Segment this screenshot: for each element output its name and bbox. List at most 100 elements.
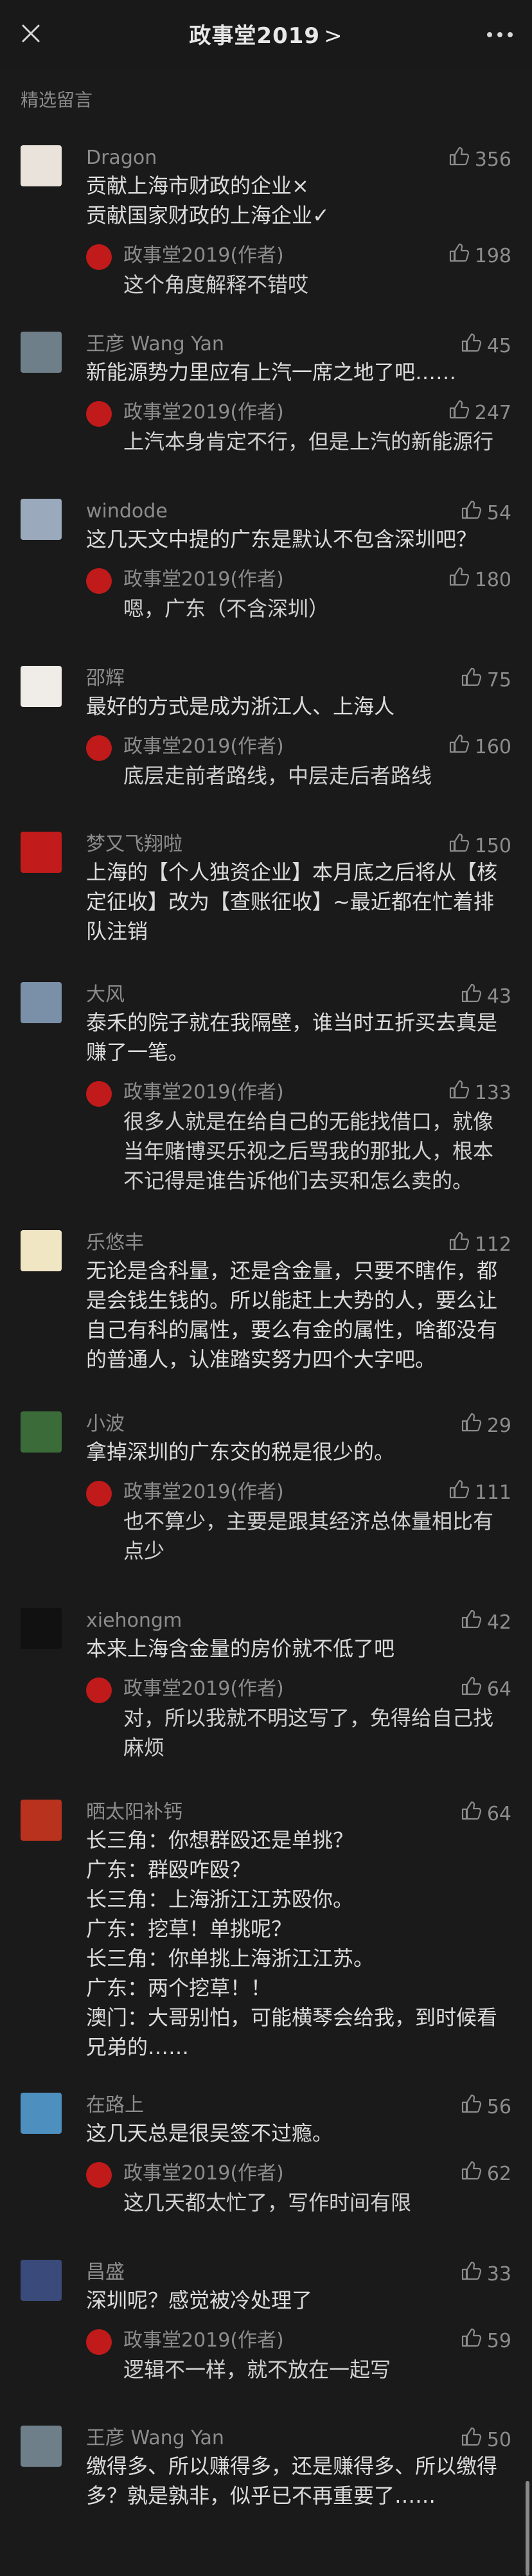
reply-like-count: 180 [474, 568, 511, 591]
author-avatar[interactable] [86, 2162, 112, 2188]
reply-author-name: 政事堂2019(作者) [123, 2329, 284, 2352]
avatar[interactable] [21, 982, 62, 1023]
reply-like-button[interactable]: 133 [448, 1078, 511, 1107]
section-title: 精选留言 [21, 89, 93, 111]
author-avatar[interactable] [86, 401, 112, 427]
avatar[interactable] [21, 1230, 62, 1271]
like-button[interactable]: 75 [460, 666, 511, 695]
commenter-name[interactable]: 王彦 Wang Yan [86, 2426, 511, 2451]
chevron-right-icon: > [324, 22, 343, 49]
commenter-name[interactable]: 昌盛 [86, 2260, 511, 2285]
comment-text-line: 上海的【个人独资企业】本月底之后将从【核 [86, 860, 498, 884]
reply-like-button[interactable]: 64 [460, 1675, 511, 1704]
like-button[interactable]: 29 [460, 1411, 511, 1440]
avatar[interactable] [21, 2426, 62, 2467]
reply-like-count: 160 [474, 735, 511, 758]
like-count: 50 [486, 2428, 511, 2451]
reply-like-button[interactable]: 247 [448, 398, 511, 427]
like-count: 112 [474, 1233, 511, 1256]
reply-like-button[interactable]: 111 [448, 1478, 511, 1507]
author-avatar[interactable] [86, 2329, 112, 2355]
like-button[interactable]: 33 [460, 2260, 511, 2289]
like-count: 43 [486, 985, 511, 1008]
like-button[interactable]: 45 [460, 332, 511, 361]
comment-text-line: 兄弟的…… [86, 2035, 190, 2059]
avatar[interactable] [21, 1800, 62, 1841]
close-icon[interactable] [19, 22, 42, 45]
thumbs-up-icon [448, 1078, 470, 1107]
commenter-name[interactable]: 邵辉 [86, 666, 511, 692]
thumbs-up-icon [448, 1478, 470, 1507]
avatar[interactable] [21, 1411, 62, 1453]
reply-like-button[interactable]: 180 [448, 566, 511, 595]
avatar[interactable] [21, 1608, 62, 1649]
comment-item: 晒太阳补钙 64 长三角：你想群殴还是单挑？ 广东：群殴咋殴？ 长三角：上海浙江江苏殴你… [0, 1800, 532, 2062]
thumbs-up-icon [448, 733, 470, 762]
thumbs-up-icon [460, 982, 482, 1011]
comment-text-line: 无论是含科量，还是含金量，只要不瞎作，都 [86, 1258, 498, 1283]
avatar[interactable] [21, 145, 62, 186]
commenter-name[interactable]: 小波 [86, 1411, 511, 1437]
like-button[interactable]: 54 [460, 499, 511, 528]
commenter-name[interactable]: 晒太阳补钙 [86, 1800, 511, 1825]
author-avatar[interactable] [86, 568, 112, 594]
like-button[interactable]: 50 [460, 2426, 511, 2455]
comment-text-line: 缴得多、所以赚得多，还是赚得多、所以缴得 [86, 2454, 498, 2478]
avatar[interactable] [21, 2260, 62, 2301]
like-count: 54 [486, 501, 511, 524]
commenter-name[interactable]: 在路上 [86, 2093, 511, 2118]
reply-like-button[interactable]: 59 [460, 2327, 511, 2356]
author-avatar[interactable] [86, 1481, 112, 1507]
like-button[interactable]: 150 [448, 832, 511, 861]
thumbs-up-icon [460, 2426, 482, 2455]
thumbs-up-icon [448, 1230, 470, 1259]
thumbs-up-icon [460, 1800, 482, 1829]
reply-like-button[interactable]: 198 [448, 242, 511, 271]
like-button[interactable]: 43 [460, 982, 511, 1011]
comment-text-line: 澳门：大哥别怕，可能横琴会给我，到时候看 [86, 2005, 498, 2030]
reply-like-button[interactable]: 160 [448, 733, 511, 762]
comment-item: 大风 43 泰禾的院子就在我隔壁，谁当时五折买去真是 赚了一笔。 政事堂2019(作者)… [0, 982, 532, 1195]
reply-text-line: 当年赌博买乐视之后骂我的那批人，根本 [123, 1139, 494, 1163]
page-title[interactable]: 政事堂2019 > [189, 18, 342, 49]
thumbs-up-icon [460, 1411, 482, 1440]
author-reply: 政事堂2019(作者) 64 对，所以我就不明这写了，免得给自己找 麻烦 [86, 1675, 511, 1762]
reply-author-name: 政事堂2019(作者) [123, 2162, 284, 2185]
author-avatar[interactable] [86, 1677, 112, 1703]
commenter-name[interactable]: 王彦 Wang Yan [86, 332, 511, 357]
author-avatar[interactable] [86, 1081, 112, 1107]
reply-text-line: 嗯，广东（不含深圳） [123, 596, 330, 621]
reply-author-name: 政事堂2019(作者) [123, 1677, 284, 1700]
reply-text-line: 点少 [123, 1539, 165, 1563]
commenter-name[interactable]: windode [86, 499, 511, 524]
thumbs-up-icon [460, 2160, 482, 2188]
avatar[interactable] [21, 832, 62, 873]
scrollbar[interactable] [526, 2481, 529, 2576]
like-button[interactable]: 64 [460, 1800, 511, 1829]
comment-text-line: 赚了一笔。 [86, 1040, 190, 1064]
reply-text-line: 不记得是谁告诉他们去买和怎么卖的。 [123, 1168, 474, 1193]
like-count: 42 [486, 1611, 511, 1634]
more-options-icon[interactable] [487, 32, 513, 37]
comment-text-line: 的普通人，认准踏实努力四个大字吧。 [86, 1347, 436, 1372]
like-button[interactable]: 56 [460, 2093, 511, 2122]
avatar[interactable] [21, 2093, 62, 2134]
avatar[interactable] [21, 332, 62, 373]
reply-text-line: 底层走前者路线，中层走后者路线 [123, 764, 432, 788]
commenter-name[interactable]: 大风 [86, 982, 511, 1008]
avatar[interactable] [21, 499, 62, 540]
commenter-name[interactable]: xiehongm [86, 1608, 511, 1634]
comment-text-line: 拿掉深圳的广东交的税是很少的。 [86, 1440, 395, 1464]
like-button[interactable]: 112 [448, 1230, 511, 1259]
comment-text-line: 长三角：你单挑上海浙江江苏。 [86, 1946, 375, 1971]
author-reply: 政事堂2019(作者) 198 这个角度解释不错哎 [86, 242, 511, 300]
like-button[interactable]: 356 [448, 145, 511, 174]
reply-like-button[interactable]: 62 [460, 2160, 511, 2188]
comment-text-line: 多？孰是孰非，似乎已不再重要了…… [86, 2483, 436, 2508]
comment-text-line: 这几天文中提的广东是默认不包含深圳吧？ [86, 527, 477, 551]
author-avatar[interactable] [86, 735, 112, 761]
page-title-text: 政事堂2019 [189, 22, 321, 49]
avatar[interactable] [21, 666, 62, 707]
like-button[interactable]: 42 [460, 1608, 511, 1637]
author-avatar[interactable] [86, 244, 112, 270]
